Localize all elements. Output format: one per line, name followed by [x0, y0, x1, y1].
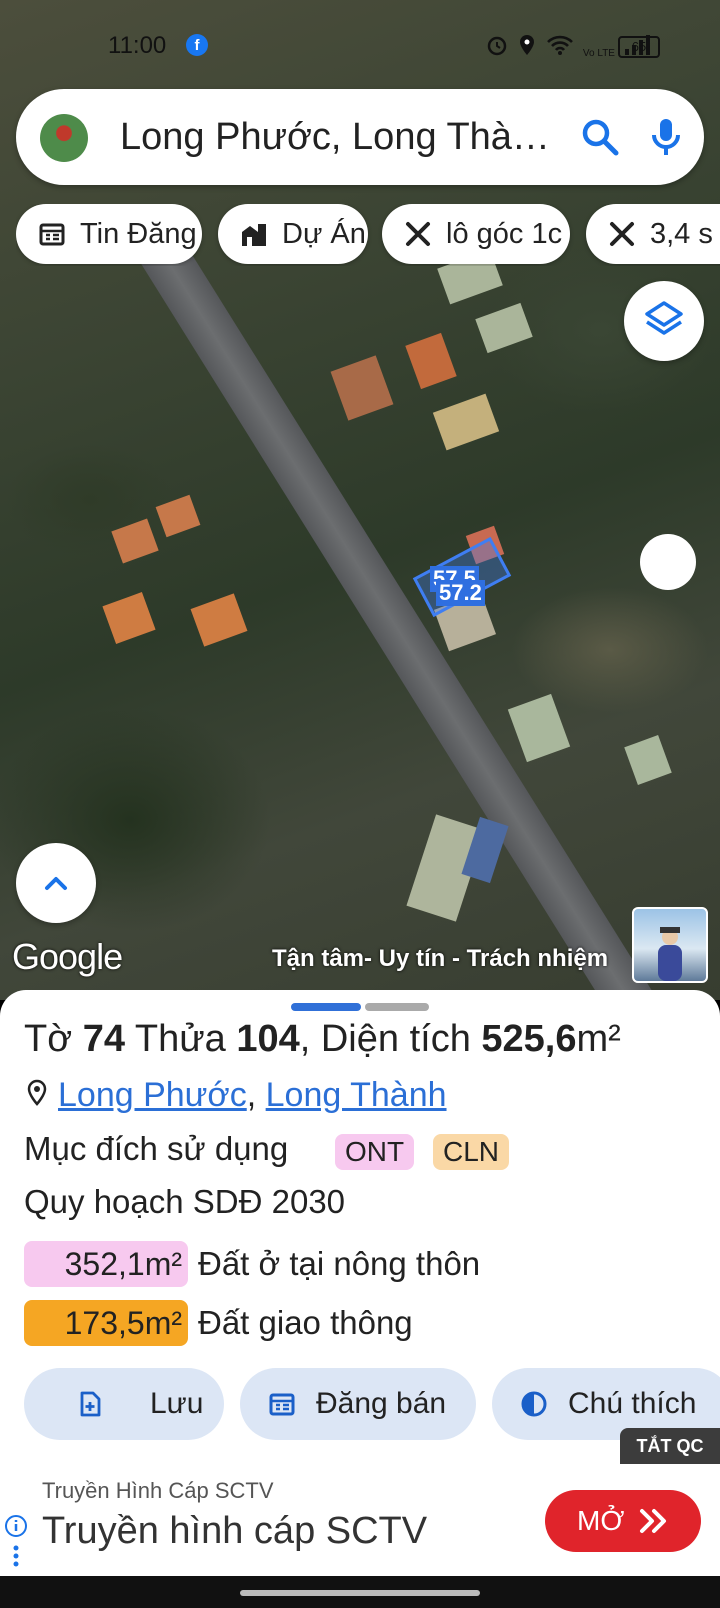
map-pin-dot[interactable]	[640, 534, 696, 590]
chip-du-an[interactable]: Dự Án	[218, 204, 368, 264]
chip-3-4[interactable]: 3,4 s	[586, 204, 720, 264]
status-bar: 11:00 f Vo LTE 65	[0, 0, 720, 70]
mic-icon[interactable]	[642, 113, 690, 161]
land-use-purpose-label: Mục đích sử dụng	[24, 1130, 289, 1167]
map-slogan: Tận tâm- Uy tín - Trách nhiệm	[272, 945, 609, 972]
building	[405, 332, 457, 390]
ward-link[interactable]: Long Phước	[58, 1076, 247, 1114]
search-icon[interactable]	[576, 113, 624, 161]
calendar-list-icon	[39, 223, 65, 246]
building	[330, 355, 394, 421]
calendar-list-icon	[269, 1393, 295, 1416]
google-logo: Google	[12, 936, 123, 977]
save-button[interactable]: Lưu	[24, 1368, 224, 1440]
ad-options-icon[interactable]	[12, 1544, 20, 1568]
chip-label: 3,4 s	[650, 218, 713, 250]
ad-banner[interactable]: Truyền Hình Cáp SCTV Truyền hình cáp SCT…	[0, 1464, 720, 1576]
layers-button[interactable]	[624, 281, 704, 361]
ruler-pencil-icon	[610, 222, 634, 246]
facebook-icon: f	[186, 34, 208, 56]
land-use-area: 352,1m²	[24, 1241, 188, 1287]
land-use-area: 173,5m²	[24, 1300, 188, 1346]
ad-open-label: MỞ	[577, 1505, 625, 1536]
purpose-tag-ont: ONT	[335, 1134, 415, 1170]
person-photo	[658, 927, 682, 981]
building	[155, 494, 201, 538]
home-gesture-bar[interactable]	[240, 1590, 480, 1596]
save-button-label: Lưu	[150, 1387, 204, 1420]
location-pin-icon	[27, 1079, 47, 1106]
post-for-sale-button[interactable]: Đăng bán	[240, 1368, 476, 1440]
battery-indicator: 65	[618, 36, 660, 58]
building	[111, 518, 159, 564]
building	[507, 693, 571, 763]
land-use-type: Đất giao thông	[198, 1304, 413, 1341]
purpose-tag-cln: CLN	[433, 1134, 510, 1170]
district-link[interactable]: Long Thành	[266, 1076, 447, 1114]
sheet-tab-indicator-active[interactable]	[291, 1003, 361, 1011]
close-ad-button[interactable]: TẮT QC	[620, 1428, 720, 1464]
chip-lo-goc[interactable]: lô góc 1c	[382, 204, 570, 264]
building	[102, 592, 156, 644]
building	[475, 302, 533, 354]
chip-label: Tin Đăng	[80, 218, 197, 250]
contrast-icon	[521, 1391, 547, 1417]
system-nav-bar	[0, 1576, 720, 1608]
zoning-plan-label: Quy hoạch SDĐ 2030	[24, 1183, 346, 1220]
file-add-icon	[80, 1391, 101, 1417]
building	[432, 393, 500, 451]
location-icon	[519, 35, 534, 55]
chip-tin-dang[interactable]: Tin Đăng	[16, 204, 202, 264]
legend-label: Chú thích	[568, 1387, 697, 1420]
land-use-type: Đất ở tại nông thôn	[198, 1245, 481, 1282]
filter-chips: Tin Đăng Dự Án lô góc 1c 3,4 s	[16, 204, 720, 266]
building-icon	[242, 224, 266, 246]
status-time: 11:00	[108, 32, 167, 59]
building	[190, 593, 248, 647]
post-for-sale-label: Đăng bán	[316, 1387, 447, 1420]
wifi-icon	[546, 35, 573, 55]
street-photo-thumbnail[interactable]	[632, 907, 708, 983]
ad-info-icon[interactable]	[4, 1514, 28, 1538]
expand-up-button[interactable]	[16, 843, 96, 923]
search-bar[interactable]: Long Phước, Long Thà…	[16, 89, 704, 185]
volte-indicator: Vo LTE	[582, 48, 615, 59]
user-avatar[interactable]	[40, 114, 88, 162]
ad-headline: Truyền hình cáp SCTV	[42, 1510, 428, 1552]
search-query-text[interactable]: Long Phước, Long Thà…	[120, 113, 560, 161]
chip-label: lô góc 1c	[446, 218, 563, 250]
action-buttons: Lưu Đăng bán Chú thích	[0, 1368, 720, 1440]
parcel-dimension-label: 57.2	[436, 580, 485, 606]
chevron-up-icon	[45, 877, 67, 890]
sheet-tab-indicator[interactable]	[365, 1003, 429, 1011]
ad-sponsor: Truyền Hình Cáp SCTV	[42, 1478, 274, 1503]
double-chevron-right-icon	[640, 1509, 666, 1533]
ruler-pencil-icon	[406, 222, 430, 246]
alarm-icon	[487, 36, 507, 56]
layers-icon	[645, 301, 683, 335]
parcel-title: Tờ 74 Thửa 104, Diện tích 525,6m²	[24, 1018, 621, 1060]
parcel-location: Long Phước, Long Thành	[24, 1076, 447, 1115]
ad-open-button[interactable]: MỞ	[545, 1490, 701, 1552]
building	[624, 735, 672, 785]
chip-label: Dự Án	[282, 218, 366, 250]
